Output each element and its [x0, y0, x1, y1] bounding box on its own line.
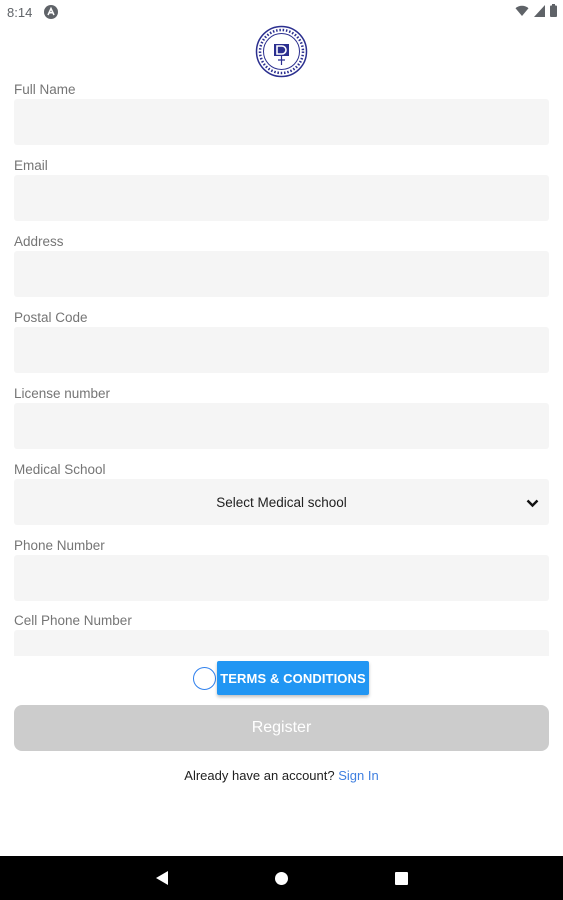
recent-apps-icon[interactable]: [395, 872, 408, 885]
email-label: Email: [14, 158, 48, 173]
signin-link[interactable]: Sign In: [338, 768, 378, 783]
license-number-input[interactable]: [14, 403, 549, 449]
phone-number-input[interactable]: [14, 555, 549, 601]
cell-phone-number-input[interactable]: [14, 630, 549, 656]
email-input[interactable]: [14, 175, 549, 221]
signal-icon: [534, 4, 545, 22]
postal-code-label: Postal Code: [14, 310, 88, 325]
full-name-input[interactable]: [14, 99, 549, 145]
address-input[interactable]: [14, 251, 549, 297]
terms-checkbox[interactable]: [193, 667, 216, 690]
medical-school-label: Medical School: [14, 462, 106, 477]
medical-school-select[interactable]: Select Medical school: [14, 479, 549, 525]
phone-number-label: Phone Number: [14, 538, 105, 553]
signin-row: Already have an account? Sign In: [0, 768, 563, 783]
postal-code-input[interactable]: [14, 327, 549, 373]
medical-school-value: Select Medical school: [216, 495, 347, 510]
full-name-label: Full Name: [14, 82, 76, 97]
home-icon[interactable]: [275, 872, 288, 885]
terms-button[interactable]: TERMS & CONDITIONS: [217, 661, 369, 695]
address-label: Address: [14, 234, 64, 249]
status-icons: [515, 4, 557, 22]
battery-icon: [550, 4, 557, 22]
navigation-bar: [0, 856, 563, 900]
registration-form: Full Name Email Address Postal Code Lice…: [14, 82, 549, 656]
medical-seal-logo: [255, 25, 308, 78]
wifi-icon: [515, 4, 529, 22]
status-bar: 8:14: [0, 0, 563, 24]
notification-icon: [44, 5, 58, 19]
status-time: 8:14: [7, 5, 33, 20]
cell-phone-number-label: Cell Phone Number: [14, 613, 132, 628]
back-icon[interactable]: [155, 870, 169, 891]
license-number-label: License number: [14, 386, 111, 401]
chevron-down-icon: [526, 495, 539, 513]
signin-prompt: Already have an account?: [184, 768, 335, 783]
register-button[interactable]: Register: [14, 705, 549, 751]
